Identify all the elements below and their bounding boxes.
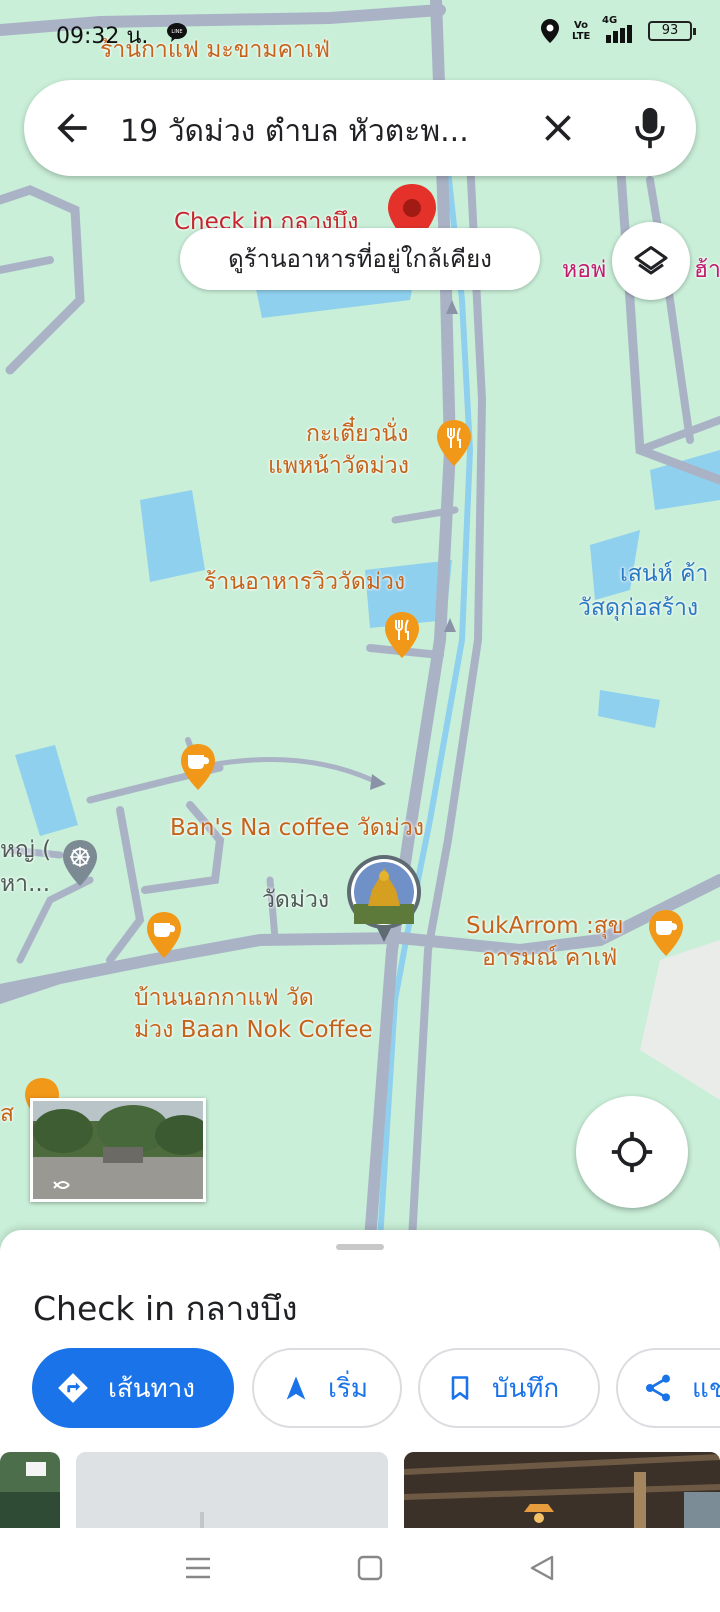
label-left-temple-line2[interactable]: หา... bbox=[0, 870, 50, 899]
label-sukarrom-line2[interactable]: อารมณ์ คาเฟ่ bbox=[482, 944, 617, 973]
label-baan-nok-line2[interactable]: ม่วง Baan Nok Coffee bbox=[134, 1016, 373, 1045]
home-icon[interactable] bbox=[356, 1554, 384, 1582]
save-label: บันทึก bbox=[492, 1373, 560, 1404]
layers-icon bbox=[634, 246, 668, 275]
label-right-pink-2[interactable]: ฮ้า bbox=[694, 256, 720, 285]
temple-pin-icon[interactable] bbox=[60, 838, 100, 888]
map-canvas[interactable]: ร้านกาแฟ มะขามคาเฟ่ Check in กลางบึง กะเ… bbox=[0, 0, 720, 1240]
status-bar: 09:32 น. LINE Vo LTE 4G 93 bbox=[0, 0, 720, 60]
microphone-icon[interactable] bbox=[628, 104, 672, 152]
signal-icon: 4G bbox=[602, 15, 636, 43]
status-time: 09:32 น. bbox=[56, 24, 149, 49]
place-bottom-sheet[interactable]: Check in กลางบึง เส้นทาง เริ่ม บันทึก แช bbox=[0, 1230, 720, 1530]
location-icon bbox=[541, 19, 559, 43]
label-restaurant-view[interactable]: ร้านอาหารวิววัดม่วง bbox=[204, 568, 405, 597]
street-view-image bbox=[33, 1101, 203, 1199]
label-noodle-line1[interactable]: กะเตี๋ยวนั่ง bbox=[306, 420, 408, 449]
label-baan-nok-line1[interactable]: บ้านนอกกาแฟ วัด bbox=[134, 984, 314, 1013]
line-app-icon: LINE bbox=[167, 23, 187, 42]
battery-icon: 93 bbox=[648, 21, 696, 41]
search-bar[interactable]: 19 วัดม่วง ตำบล หัวตะพ... bbox=[24, 80, 696, 176]
search-query-text[interactable]: 19 วัดม่วง ตำบล หัวตะพ... bbox=[120, 108, 469, 155]
restaurant-pin-icon[interactable] bbox=[382, 610, 422, 660]
volte-indicator: Vo LTE bbox=[572, 20, 591, 42]
directions-button[interactable]: เส้นทาง bbox=[32, 1348, 234, 1428]
label-right-pink[interactable]: หอพ่ bbox=[562, 256, 606, 285]
label-wat-muang[interactable]: วัดม่วง bbox=[262, 886, 329, 915]
place-photo[interactable] bbox=[404, 1452, 720, 1530]
cafe-pin-icon[interactable] bbox=[646, 908, 686, 958]
bookmark-icon bbox=[451, 1376, 469, 1400]
share-icon bbox=[646, 1374, 670, 1402]
start-label: เริ่ม bbox=[328, 1373, 368, 1404]
share-button[interactable]: แช bbox=[616, 1348, 720, 1428]
save-button[interactable]: บันทึก bbox=[418, 1348, 600, 1428]
navigation-arrow-icon bbox=[286, 1376, 306, 1400]
cafe-pin-icon[interactable] bbox=[178, 742, 218, 792]
label-left-edge[interactable]: ส bbox=[0, 1100, 14, 1129]
layers-button[interactable] bbox=[612, 222, 690, 300]
my-location-button[interactable] bbox=[576, 1096, 688, 1208]
back-icon[interactable] bbox=[528, 1554, 556, 1582]
place-title: Check in กลางบึง bbox=[33, 1289, 298, 1328]
svg-text:LINE: LINE bbox=[171, 29, 182, 35]
system-navigation-bar bbox=[0, 1528, 720, 1612]
start-button[interactable]: เริ่ม bbox=[252, 1348, 402, 1428]
place-photo[interactable] bbox=[0, 1452, 60, 1530]
label-bans-coffee[interactable]: Ban's Na coffee วัดม่วง bbox=[170, 814, 424, 843]
sheet-drag-handle[interactable] bbox=[336, 1244, 384, 1250]
cafe-pin-icon[interactable] bbox=[144, 910, 184, 960]
recent-apps-icon[interactable] bbox=[184, 1554, 212, 1582]
restaurant-pin-icon[interactable] bbox=[434, 418, 474, 468]
wat-muang-photo-pin[interactable] bbox=[344, 854, 424, 946]
crosshair-icon bbox=[611, 1131, 653, 1173]
label-noodle-line2[interactable]: แพหน้าวัดม่วง bbox=[268, 452, 409, 481]
clear-icon[interactable] bbox=[536, 106, 580, 150]
label-left-temple-line1[interactable]: หญ่ ( bbox=[0, 836, 51, 865]
back-arrow-icon[interactable] bbox=[50, 106, 94, 150]
label-hardware-line1[interactable]: เสน่ห์ ค้า bbox=[620, 560, 708, 589]
directions-label: เส้นทาง bbox=[108, 1373, 195, 1404]
nearby-restaurants-button[interactable]: ดูร้านอาหารที่อยู่ใกล้เคียง bbox=[180, 228, 540, 290]
label-sukarrom-line1[interactable]: SukArrom :สุข bbox=[466, 912, 624, 941]
label-hardware-line2[interactable]: วัสดุก่อสร้าง bbox=[578, 594, 698, 623]
place-photo[interactable] bbox=[76, 1452, 388, 1530]
share-label: แช bbox=[692, 1373, 720, 1404]
directions-icon bbox=[58, 1373, 88, 1403]
street-view-thumbnail[interactable] bbox=[30, 1098, 206, 1202]
